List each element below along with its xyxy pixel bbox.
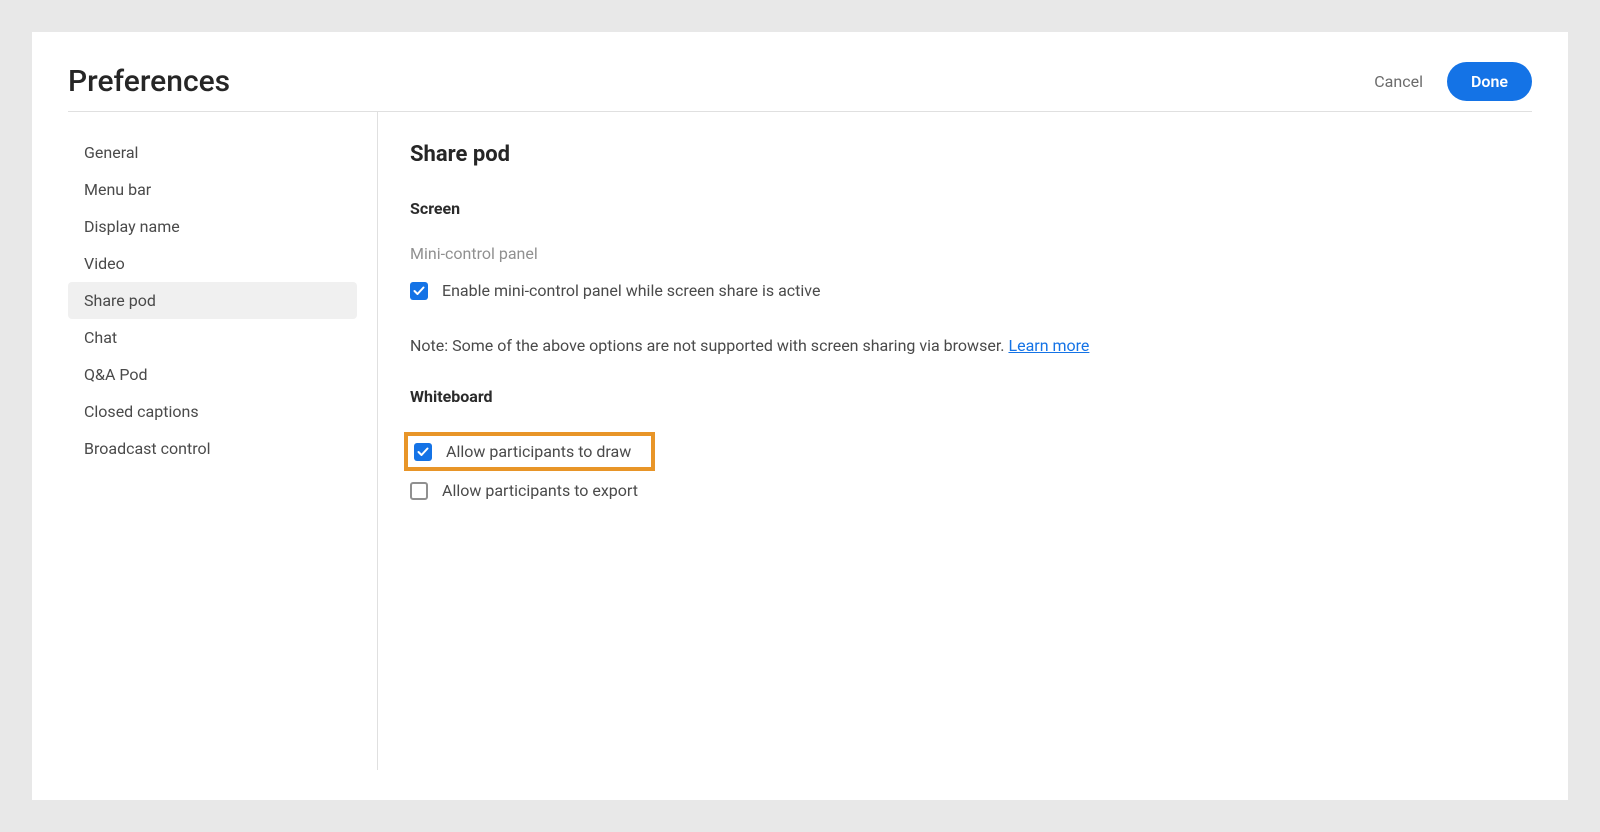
sidebar-item-display-name[interactable]: Display name: [68, 208, 357, 245]
sidebar-item-video[interactable]: Video: [68, 245, 357, 282]
enable-mini-control-label: Enable mini-control panel while screen s…: [442, 281, 820, 300]
main-panel: Share pod Screen Mini-control panel Enab…: [378, 112, 1532, 770]
dialog-body: General Menu bar Display name Video Shar…: [68, 112, 1532, 770]
sidebar-item-closed-captions[interactable]: Closed captions: [68, 393, 357, 430]
enable-mini-control-checkbox[interactable]: [410, 282, 428, 300]
enable-mini-control-row: Enable mini-control panel while screen s…: [410, 281, 1500, 300]
learn-more-link[interactable]: Learn more: [1008, 336, 1089, 355]
panel-title: Share pod: [410, 142, 1500, 167]
dialog-header: Preferences Cancel Done: [68, 62, 1532, 112]
allow-export-checkbox[interactable]: [410, 482, 428, 500]
dialog-title: Preferences: [68, 64, 230, 99]
allow-draw-row: Allow participants to draw: [414, 442, 631, 461]
allow-export-label: Allow participants to export: [442, 481, 638, 500]
sidebar: General Menu bar Display name Video Shar…: [68, 112, 378, 770]
check-icon: [417, 446, 429, 458]
note-text: Note: Some of the above options are not …: [410, 336, 1008, 355]
cancel-button[interactable]: Cancel: [1374, 72, 1423, 91]
sidebar-item-qa-pod[interactable]: Q&A Pod: [68, 356, 357, 393]
sidebar-item-broadcast-control[interactable]: Broadcast control: [68, 430, 357, 467]
allow-draw-highlight: Allow participants to draw: [404, 432, 655, 471]
screen-section-title: Screen: [410, 199, 1500, 218]
allow-export-row: Allow participants to export: [410, 481, 1500, 500]
sidebar-item-menu-bar[interactable]: Menu bar: [68, 171, 357, 208]
allow-draw-checkbox[interactable]: [414, 443, 432, 461]
sidebar-item-general[interactable]: General: [68, 134, 357, 171]
allow-draw-label: Allow participants to draw: [446, 442, 631, 461]
preferences-dialog: Preferences Cancel Done General Menu bar…: [32, 32, 1568, 800]
screen-share-note: Note: Some of the above options are not …: [410, 336, 1500, 355]
sidebar-item-chat[interactable]: Chat: [68, 319, 357, 356]
whiteboard-section-title: Whiteboard: [410, 387, 1500, 406]
sidebar-item-share-pod[interactable]: Share pod: [68, 282, 357, 319]
header-actions: Cancel Done: [1374, 62, 1532, 101]
check-icon: [413, 285, 425, 297]
mini-control-subsection-title: Mini-control panel: [410, 244, 1500, 263]
done-button[interactable]: Done: [1447, 62, 1532, 101]
